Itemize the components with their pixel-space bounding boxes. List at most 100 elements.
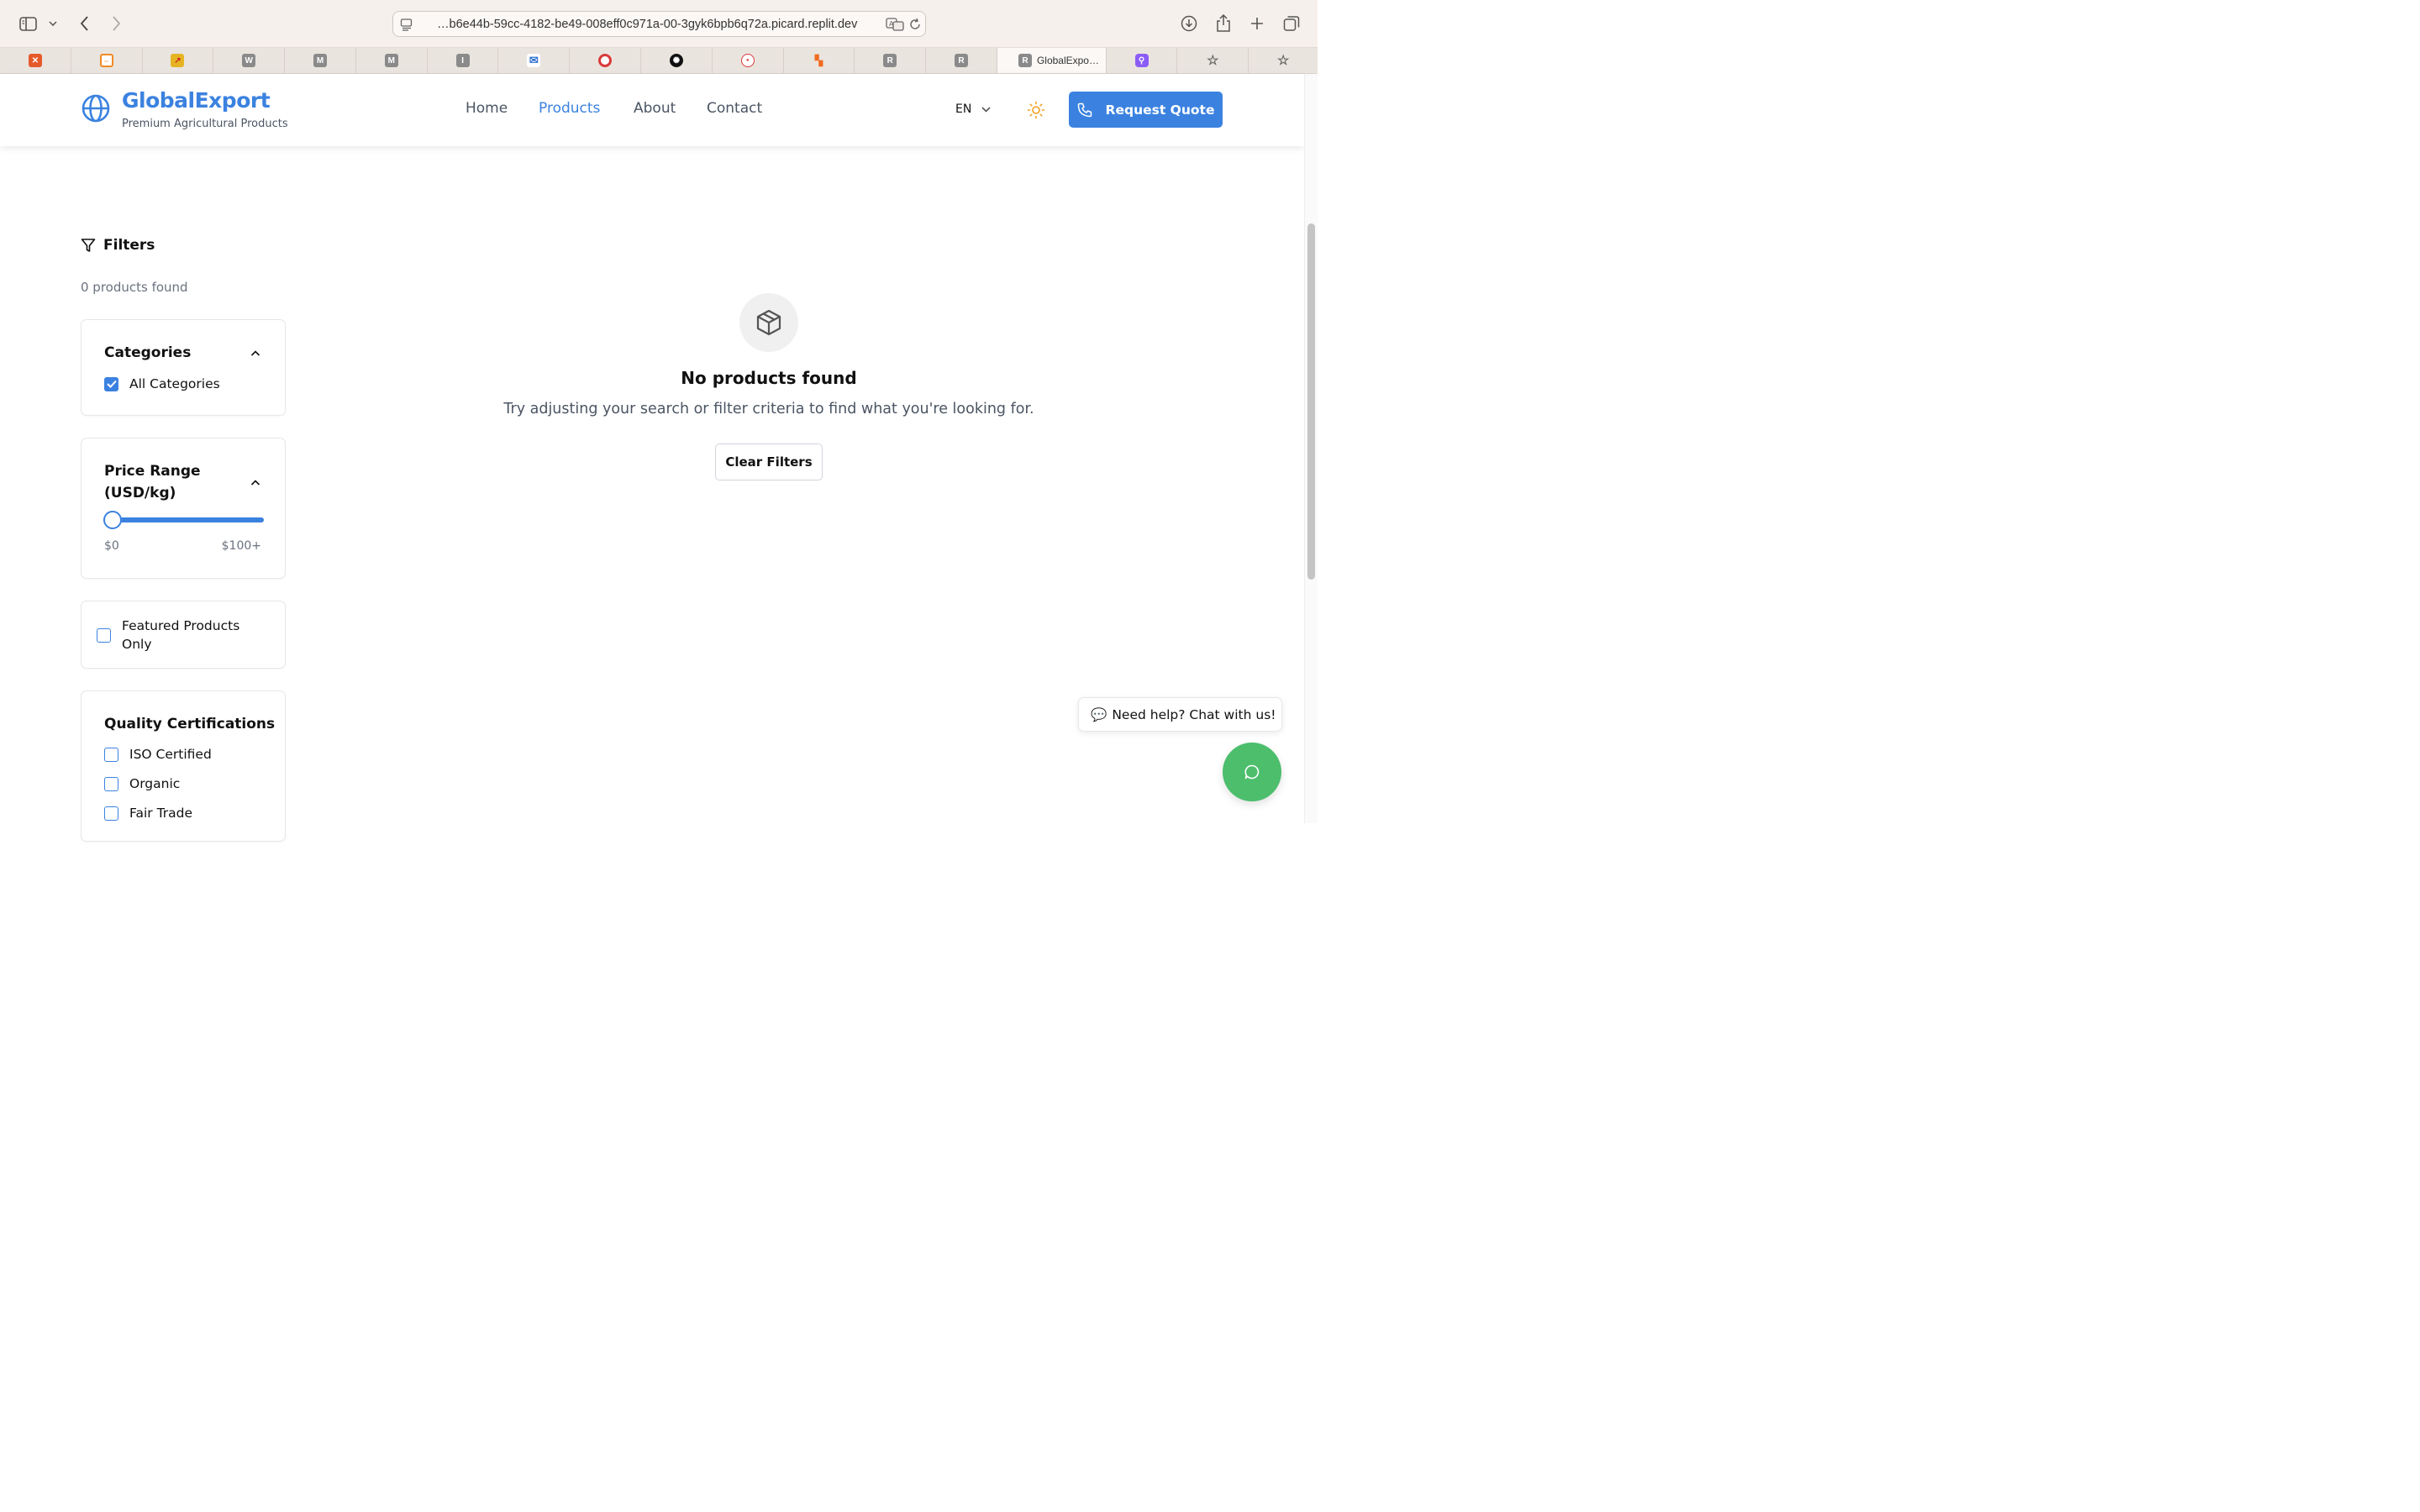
- tab-11[interactable]: ▚: [784, 48, 855, 73]
- forward-icon[interactable]: [108, 14, 124, 33]
- nav-about[interactable]: About: [634, 100, 676, 117]
- tab-active-label: GlobalExpo…: [1036, 55, 1099, 66]
- pin-icon: ⚲: [1134, 54, 1149, 67]
- chat-prompt-text: Need help? Chat with us!: [1112, 706, 1276, 722]
- brand-name[interactable]: GlobalExport: [122, 88, 271, 113]
- tab-15[interactable]: ⚲: [1107, 48, 1178, 73]
- price-min-label: $0: [104, 539, 119, 553]
- openai-icon: ✺: [669, 54, 683, 67]
- package-icon: [756, 309, 781, 336]
- back-icon[interactable]: [76, 14, 92, 33]
- checkbox-label: Fair Trade: [129, 806, 193, 821]
- phone-icon: [1077, 102, 1092, 117]
- sun-icon[interactable]: [1027, 101, 1045, 119]
- sidebar-toggle-icon[interactable]: [18, 15, 37, 32]
- tab-16[interactable]: ☆: [1177, 48, 1249, 73]
- tab-overview-icon[interactable]: [1282, 14, 1301, 33]
- chevron-down-icon[interactable]: [47, 17, 59, 30]
- checkbox-label: Organic: [129, 776, 181, 791]
- tab-active[interactable]: R GlobalExpo…: [997, 48, 1107, 73]
- request-quote-button[interactable]: Request Quote: [1069, 92, 1223, 128]
- tab-3[interactable]: W: [213, 48, 286, 73]
- m-icon: M: [313, 54, 328, 67]
- featured-only-checkbox[interactable]: Featured Products Only: [97, 617, 239, 654]
- lifebuoy-icon: [598, 54, 613, 67]
- filters-heading: Filters: [81, 237, 155, 254]
- i-icon: I: [455, 54, 470, 67]
- brand-tagline: Premium Agricultural Products: [122, 118, 288, 130]
- checkbox-label: ISO Certified: [129, 747, 212, 762]
- request-quote-label: Request Quote: [1105, 102, 1215, 118]
- chart-icon: ↗: [171, 54, 185, 67]
- r-icon: R: [883, 54, 897, 67]
- tab-12[interactable]: R: [855, 48, 927, 73]
- nav-products[interactable]: Products: [539, 100, 600, 117]
- star-icon: ☆: [1276, 54, 1290, 68]
- translate-icon[interactable]: A: [886, 18, 904, 34]
- tab-5[interactable]: M: [356, 48, 428, 73]
- w-icon: W: [242, 54, 256, 67]
- m-icon: M: [384, 54, 398, 67]
- r-icon: R: [955, 54, 969, 67]
- tab-8[interactable]: [570, 48, 642, 73]
- address-bar[interactable]: …b6e44b-59cc-4182-be49-008eff0c971a-00-3…: [392, 11, 926, 37]
- page-settings-icon[interactable]: [400, 18, 413, 34]
- chat-launcher-button[interactable]: [1223, 743, 1281, 801]
- filters-title: Filters: [103, 237, 155, 254]
- tab-13[interactable]: R: [926, 48, 997, 73]
- categories-title: Categories: [104, 344, 192, 361]
- price-slider-thumb[interactable]: [103, 511, 122, 529]
- tab-0[interactable]: ✕: [0, 48, 71, 73]
- new-tab-icon[interactable]: [1249, 15, 1265, 32]
- globe-icon[interactable]: [82, 94, 110, 123]
- link-icon: ⇔: [99, 54, 113, 67]
- featured-label-line1: Featured Products: [122, 618, 240, 633]
- r-icon: R: [1018, 54, 1032, 67]
- language-label: EN: [955, 102, 972, 116]
- checkbox-unchecked[interactable]: [104, 776, 118, 791]
- featured-label: Featured Products Only: [122, 617, 239, 654]
- x-icon: ✕: [28, 54, 42, 67]
- empty-state-title: No products found: [681, 368, 857, 388]
- featured-card: Featured Products Only: [81, 601, 286, 669]
- reload-icon[interactable]: [908, 18, 922, 34]
- star-icon: ☆: [1207, 54, 1219, 68]
- tab-10[interactable]: ●: [713, 48, 784, 73]
- share-icon[interactable]: [1215, 13, 1232, 34]
- chevron-up-icon[interactable]: [250, 477, 261, 489]
- iso-certified-checkbox[interactable]: ISO Certified: [104, 747, 212, 762]
- filter-icon: [81, 239, 96, 252]
- chevron-up-icon[interactable]: [250, 348, 261, 360]
- nav-home[interactable]: Home: [466, 100, 508, 117]
- checkbox-unchecked[interactable]: [97, 627, 111, 643]
- site-header: GlobalExport Premium Agricultural Produc…: [0, 74, 1304, 146]
- checkbox-unchecked[interactable]: [104, 747, 118, 762]
- featured-label-line2: Only: [122, 637, 152, 652]
- price-slider-track[interactable]: [108, 517, 264, 522]
- checkbox-unchecked[interactable]: [104, 806, 118, 821]
- price-range-card: Price Range (USD/kg) $0 $100+: [81, 438, 286, 579]
- tab-17[interactable]: ☆: [1249, 48, 1318, 73]
- language-selector[interactable]: EN: [955, 102, 991, 116]
- nav-contact[interactable]: Contact: [707, 100, 762, 117]
- chat-prompt-bubble[interactable]: 💬 Need help? Chat with us!: [1078, 697, 1282, 732]
- tab-2[interactable]: ↗: [143, 48, 214, 73]
- fair-trade-checkbox[interactable]: Fair Trade: [104, 806, 192, 821]
- tab-4[interactable]: M: [285, 48, 356, 73]
- clear-filters-button[interactable]: Clear Filters: [715, 444, 823, 480]
- brand-icon: ●: [740, 54, 755, 67]
- empty-state-message: Try adjusting your search or filter crit…: [503, 401, 1034, 417]
- mail-icon: ✉: [527, 54, 541, 67]
- url-text: …b6e44b-59cc-4182-be49-008eff0c971a-00-3…: [437, 17, 858, 31]
- tab-9[interactable]: ✺: [641, 48, 713, 73]
- tab-6[interactable]: I: [428, 48, 499, 73]
- certifications-card: Quality Certifications ISO Certified Org…: [81, 690, 286, 842]
- organic-checkbox[interactable]: Organic: [104, 776, 180, 791]
- blocks-icon: ▚: [814, 55, 823, 66]
- results-count: 0 products found: [81, 280, 188, 295]
- download-icon[interactable]: [1180, 14, 1198, 33]
- tab-1[interactable]: ⇔: [71, 48, 143, 73]
- tab-7[interactable]: ✉: [498, 48, 571, 73]
- chevron-down-icon: [981, 106, 991, 113]
- price-range-title: Price Range (USD/kg): [104, 460, 201, 504]
